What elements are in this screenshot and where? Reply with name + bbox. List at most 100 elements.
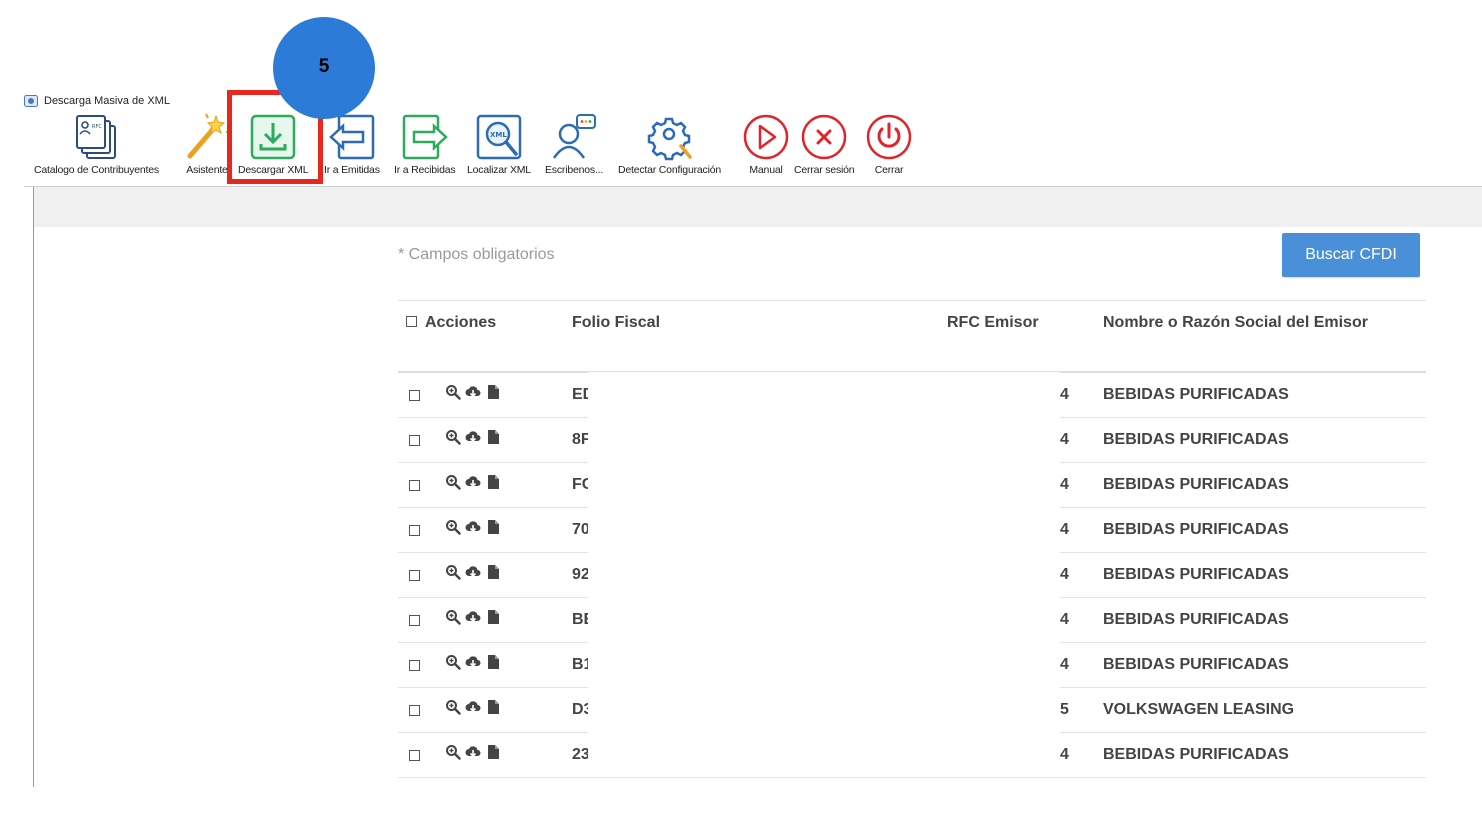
zoom-icon[interactable]: [445, 564, 461, 585]
catalogo-label: Catalogo de Contribuyentes: [34, 164, 159, 176]
row-checkbox[interactable]: [409, 570, 420, 581]
power-icon: [866, 114, 912, 160]
cerrar-label: Cerrar: [874, 164, 904, 176]
rfc-cell: 4: [1060, 611, 1069, 628]
manual-button[interactable]: Manual: [741, 110, 791, 186]
descargar-xml-button[interactable]: Descargar XML: [238, 110, 309, 186]
file-icon[interactable]: [485, 564, 501, 585]
escribenos-label: Escribenos...: [545, 164, 604, 176]
escribenos-button[interactable]: Escribenos...: [545, 110, 603, 186]
row-checkbox[interactable]: [409, 525, 420, 536]
arrow-right-icon: [402, 114, 448, 160]
cerrar-button[interactable]: Cerrar: [864, 110, 914, 186]
detectar-config-button[interactable]: Detectar Configuración: [618, 110, 721, 186]
name-cell: BEBIDAS PURIFICADAS: [1103, 746, 1289, 763]
asistente-label: Asistente: [186, 164, 228, 176]
name-cell: BEBIDAS PURIFICADAS: [1103, 386, 1289, 403]
row-actions: [445, 564, 501, 585]
cloud-download-icon[interactable]: [465, 474, 481, 495]
chat-user-icon: [553, 114, 597, 159]
file-icon[interactable]: [485, 429, 501, 450]
rfc-cell: 4: [1060, 656, 1069, 673]
rfc-cell: 4: [1060, 566, 1069, 583]
file-icon[interactable]: [485, 609, 501, 630]
row-actions: [445, 609, 501, 630]
window-title: Descarga Masiva de XML: [44, 95, 170, 107]
content-header-band: [34, 187, 1482, 227]
row-checkbox[interactable]: [409, 660, 420, 671]
name-cell: BEBIDAS PURIFICADAS: [1103, 521, 1289, 538]
ir-emitidas-button[interactable]: Ir a Emitidas: [324, 110, 380, 186]
header-actions: Acciones: [406, 314, 496, 332]
header-name: Nombre o Razón Social del Emisor: [1103, 314, 1368, 331]
row-actions: [445, 519, 501, 540]
name-cell: BEBIDAS PURIFICADAS: [1103, 611, 1289, 628]
select-all-checkbox[interactable]: [406, 315, 417, 327]
name-cell: BEBIDAS PURIFICADAS: [1103, 431, 1289, 448]
contributor-catalog-icon: RFC: [76, 115, 117, 159]
file-icon[interactable]: [485, 519, 501, 540]
cerrar-sesion-button[interactable]: Cerrar sesión: [794, 110, 855, 186]
header-folio: Folio Fiscal: [572, 314, 661, 331]
search-xml-icon: XML: [476, 114, 522, 160]
zoom-icon[interactable]: [445, 519, 461, 540]
cloud-download-icon[interactable]: [465, 384, 481, 405]
zoom-icon[interactable]: [445, 384, 461, 405]
localizar-xml-label: Localizar XML: [467, 164, 531, 176]
rfc-cell: 4: [1060, 746, 1069, 763]
step-number: 5: [318, 56, 330, 77]
file-icon[interactable]: [485, 384, 501, 405]
name-cell: BEBIDAS PURIFICADAS: [1103, 566, 1289, 583]
file-icon[interactable]: [485, 744, 501, 765]
cloud-download-icon[interactable]: [465, 699, 481, 720]
cloud-download-icon[interactable]: [465, 744, 481, 765]
row-actions: [445, 744, 501, 765]
cloud-download-icon[interactable]: [465, 519, 481, 540]
zoom-icon[interactable]: [445, 654, 461, 675]
header-actions-label: Acciones: [425, 314, 497, 331]
magic-wand-icon: [187, 113, 230, 159]
file-icon[interactable]: [485, 474, 501, 495]
row-checkbox[interactable]: [409, 705, 420, 716]
zoom-icon[interactable]: [445, 609, 461, 630]
zoom-icon[interactable]: [445, 429, 461, 450]
row-checkbox[interactable]: [409, 750, 420, 761]
play-icon: [743, 114, 789, 160]
catalogo-button[interactable]: RFC Catalogo de Contribuyentes: [34, 110, 159, 186]
asistente-button[interactable]: Asistente: [182, 110, 232, 186]
name-cell: BEBIDAS PURIFICADAS: [1103, 656, 1289, 673]
gear-icon: [647, 117, 692, 161]
file-icon[interactable]: [485, 654, 501, 675]
ir-recibidas-button[interactable]: Ir a Recibidas: [394, 110, 456, 186]
name-cell: BEBIDAS PURIFICADAS: [1103, 476, 1289, 493]
cloud-download-icon[interactable]: [465, 609, 481, 630]
rfc-cell: 4: [1060, 386, 1069, 403]
cloud-download-icon[interactable]: [465, 654, 481, 675]
row-actions: [445, 474, 501, 495]
zoom-icon[interactable]: [445, 699, 461, 720]
localizar-xml-button[interactable]: XML Localizar XML: [467, 110, 531, 186]
rfc-cell: 4: [1060, 476, 1069, 493]
ir-recibidas-label: Ir a Recibidas: [394, 164, 456, 176]
row-actions: [445, 429, 501, 450]
row-checkbox[interactable]: [409, 480, 420, 491]
required-fields-note: * Campos obligatorios: [398, 246, 555, 263]
window-title-bar: Descarga Masiva de XML: [24, 92, 170, 110]
zoom-icon[interactable]: [445, 474, 461, 495]
row-checkbox[interactable]: [409, 390, 420, 401]
svg-text:XML: XML: [490, 131, 507, 139]
row-actions: [445, 384, 501, 405]
buscar-cfdi-button[interactable]: Buscar CFDI: [1282, 233, 1420, 277]
redaction-block: [588, 372, 1060, 758]
header-rfc: RFC Emisor: [947, 314, 1039, 331]
manual-label: Manual: [749, 164, 783, 176]
rfc-cell: 4: [1060, 431, 1069, 448]
step-number-badge: 5: [273, 17, 375, 119]
toolbar: RFC Catalogo de Contribuyentes Asistente…: [24, 110, 1482, 187]
row-checkbox[interactable]: [409, 435, 420, 446]
cloud-download-icon[interactable]: [465, 564, 481, 585]
cloud-download-icon[interactable]: [465, 429, 481, 450]
zoom-icon[interactable]: [445, 744, 461, 765]
file-icon[interactable]: [485, 699, 501, 720]
row-checkbox[interactable]: [409, 615, 420, 626]
